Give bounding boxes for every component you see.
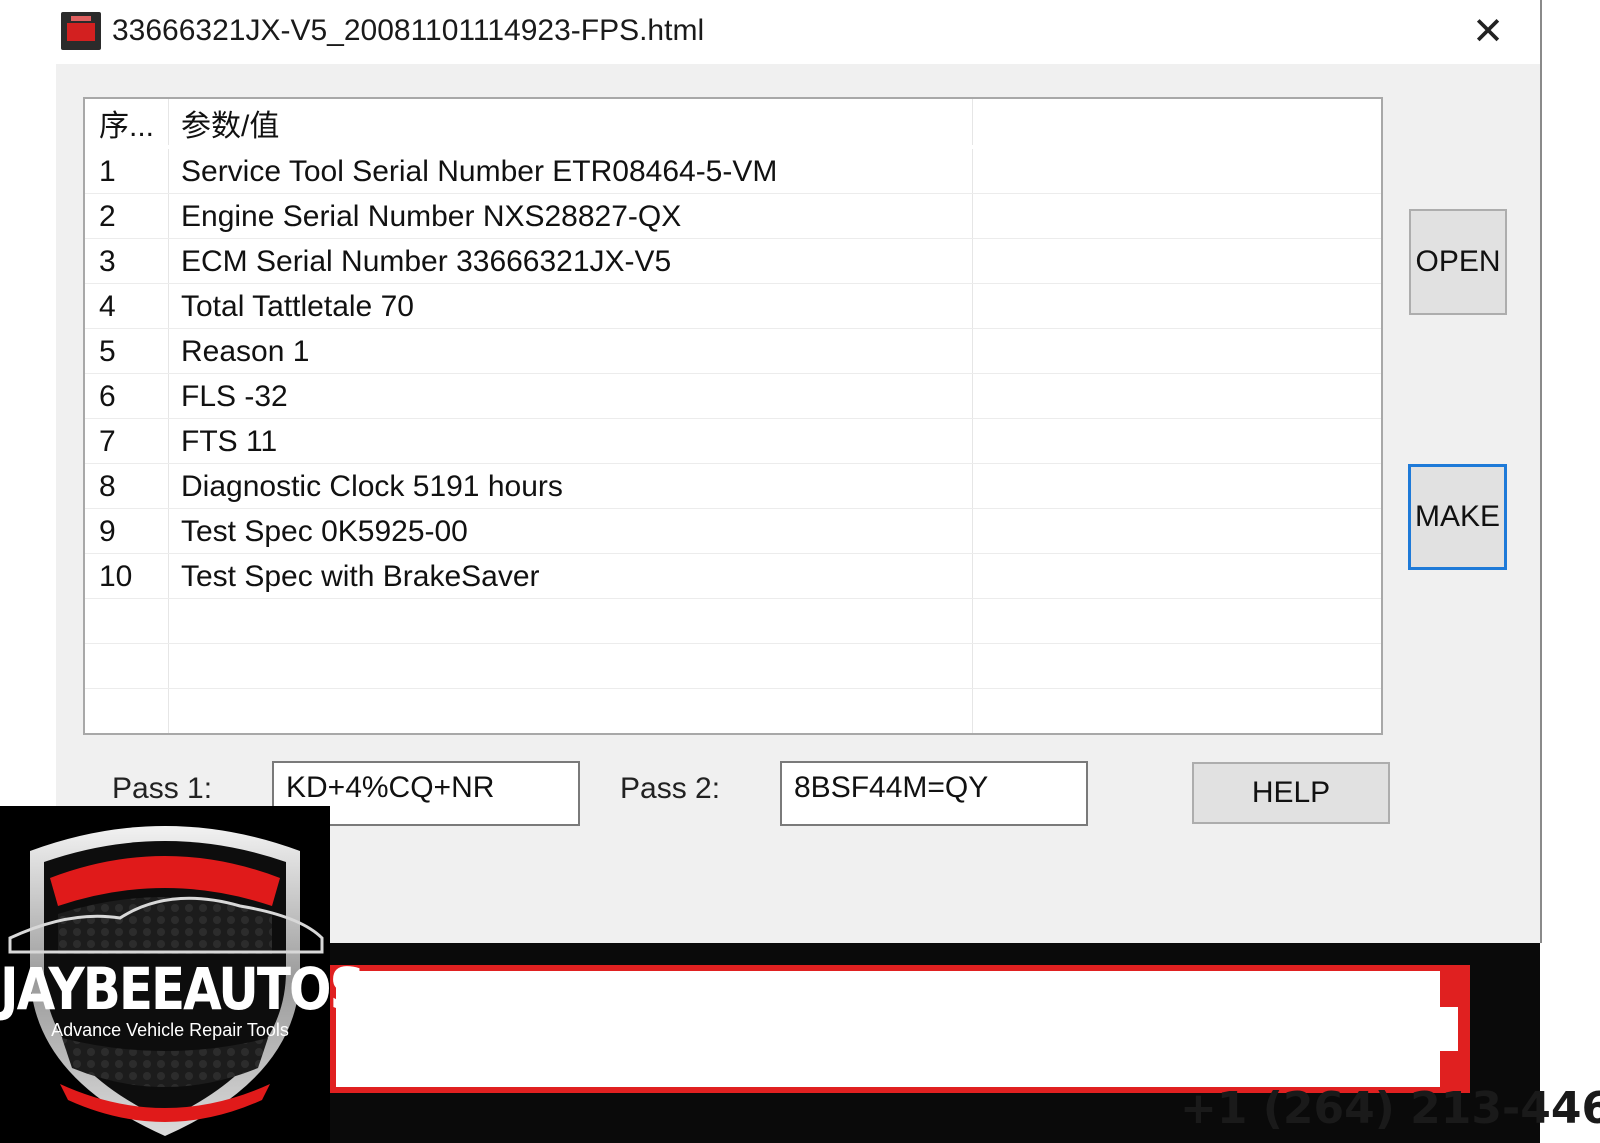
dialog-window: 33666321JX-V5_20081101114923-FPS.html ✕ … xyxy=(56,0,1542,943)
row-value: Engine Serial Number NXS28827-QX xyxy=(169,194,973,238)
window-title: 33666321JX-V5_20081101114923-FPS.html xyxy=(112,14,705,47)
close-icon[interactable]: ✕ xyxy=(1464,8,1512,56)
row-value: Test Spec with BrakeSaver xyxy=(169,554,973,598)
list-header: 序... 参数/值 xyxy=(85,99,1381,145)
help-button[interactable]: HELP xyxy=(1192,762,1390,824)
row-extra xyxy=(973,464,1381,508)
parameter-list[interactable]: 序... 参数/值 1 Service Tool Serial Number E… xyxy=(83,97,1383,735)
row-extra xyxy=(973,554,1381,598)
row-index: 8 xyxy=(85,464,169,508)
column-header-param-value[interactable]: 参数/值 xyxy=(169,99,973,145)
column-header-empty[interactable] xyxy=(973,99,1381,145)
table-row[interactable]: 8 Diagnostic Clock 5191 hours xyxy=(85,464,1381,509)
table-row[interactable]: 10 Test Spec with BrakeSaver xyxy=(85,554,1381,599)
app-icon xyxy=(61,12,101,50)
title-bar: 33666321JX-V5_20081101114923-FPS.html ✕ xyxy=(56,0,1540,64)
row-index: 10 xyxy=(85,554,169,598)
row-value: FLS -32 xyxy=(169,374,973,418)
banner-panel xyxy=(330,965,1465,1093)
table-row[interactable]: 4 Total Tattletale 70 xyxy=(85,284,1381,329)
empty-row xyxy=(85,599,1381,644)
row-extra xyxy=(973,374,1381,418)
row-extra xyxy=(973,149,1381,193)
row-value: Service Tool Serial Number ETR08464-5-VM xyxy=(169,149,973,193)
row-value: Total Tattletale 70 xyxy=(169,284,973,328)
table-row[interactable]: 5 Reason 1 xyxy=(85,329,1381,374)
row-value: ECM Serial Number 33666321JX-V5 xyxy=(169,239,973,283)
table-row[interactable]: 3 ECM Serial Number 33666321JX-V5 xyxy=(85,239,1381,284)
open-button[interactable]: OPEN xyxy=(1409,209,1507,315)
row-index: 6 xyxy=(85,374,169,418)
row-index: 3 xyxy=(85,239,169,283)
brand-logo: JAYBEEAUTOS Advance Vehicle Repair Tools xyxy=(0,806,366,1143)
pass2-field[interactable]: 8BSF44M=QY xyxy=(780,761,1088,826)
phone-number: +1 (264) 213-4461 xyxy=(1180,1083,1600,1134)
row-index: 5 xyxy=(85,329,169,373)
row-value: FTS 11 xyxy=(169,419,973,463)
row-index: 2 xyxy=(85,194,169,238)
table-row[interactable]: 7 FTS 11 xyxy=(85,419,1381,464)
row-extra xyxy=(973,419,1381,463)
row-extra xyxy=(973,284,1381,328)
row-extra xyxy=(973,239,1381,283)
row-index: 9 xyxy=(85,509,169,553)
table-row[interactable]: 2 Engine Serial Number NXS28827-QX xyxy=(85,194,1381,239)
pass1-label: Pass 1: xyxy=(112,772,213,805)
table-row[interactable]: 6 FLS -32 xyxy=(85,374,1381,419)
brand-tagline: Advance Vehicle Repair Tools xyxy=(51,1020,289,1040)
column-header-index[interactable]: 序... xyxy=(85,99,169,145)
banner-notch xyxy=(1440,965,1470,1093)
table-row[interactable]: 1 Service Tool Serial Number ETR08464-5-… xyxy=(85,149,1381,194)
row-extra xyxy=(973,509,1381,553)
row-index: 1 xyxy=(85,149,169,193)
row-index: 4 xyxy=(85,284,169,328)
row-extra xyxy=(973,194,1381,238)
row-value: Reason 1 xyxy=(169,329,973,373)
empty-row xyxy=(85,644,1381,689)
pass2-label: Pass 2: xyxy=(620,772,721,805)
row-index: 7 xyxy=(85,419,169,463)
row-value: Diagnostic Clock 5191 hours xyxy=(169,464,973,508)
empty-row xyxy=(85,689,1381,733)
brand-name: JAYBEEAUTOS xyxy=(0,956,366,1023)
make-button[interactable]: MAKE xyxy=(1408,464,1507,570)
row-extra xyxy=(973,329,1381,373)
table-row[interactable]: 9 Test Spec 0K5925-00 xyxy=(85,509,1381,554)
row-value: Test Spec 0K5925-00 xyxy=(169,509,973,553)
